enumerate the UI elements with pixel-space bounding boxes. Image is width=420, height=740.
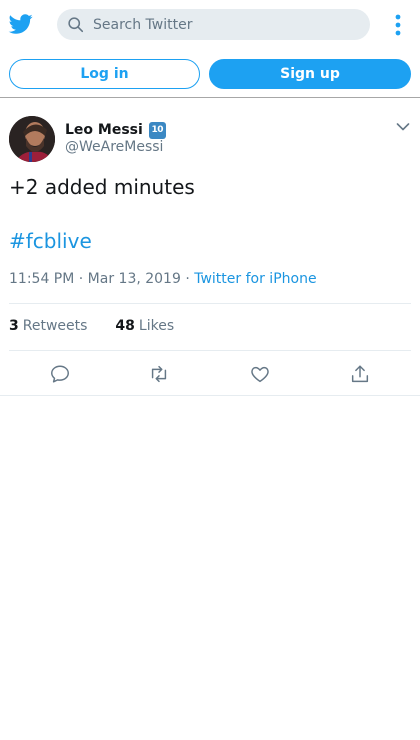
number-ten-emoji-icon: 10 (148, 121, 166, 139)
retweets-stat[interactable]: 3 Retweets (9, 318, 87, 334)
hashtag-link[interactable]: #fcblive (9, 229, 92, 253)
signup-button[interactable]: Sign up (209, 59, 411, 89)
auth-bar: Log in Sign up (0, 50, 420, 98)
tweet-text: +2 added minutes (9, 175, 195, 199)
retweets-count: 3 (9, 318, 19, 334)
author-handle[interactable]: @WeAreMessi (65, 139, 163, 155)
top-bar (0, 0, 420, 50)
search-icon (68, 17, 84, 33)
tweet-stats: 3 Retweets 48 Likes (9, 318, 174, 334)
retweets-label: Retweets (22, 318, 88, 334)
author-name[interactable]: Leo Messi (65, 122, 143, 138)
avatar-image (9, 116, 55, 162)
tweet-timestamp[interactable]: 11:54 PM · Mar 13, 2019 · (9, 271, 194, 287)
divider (9, 350, 411, 351)
reply-icon[interactable] (49, 363, 71, 385)
likes-stat[interactable]: 48 Likes (115, 318, 174, 334)
likes-count: 48 (115, 318, 135, 334)
tweet: Leo Messi 10 @WeAreMessi +2 added minute… (0, 98, 420, 396)
vertical-ellipsis-icon[interactable] (388, 12, 408, 38)
share-icon[interactable] (349, 363, 371, 385)
search-box[interactable] (57, 9, 370, 40)
divider (9, 303, 411, 304)
chevron-down-icon[interactable] (396, 122, 410, 132)
tweet-source-link[interactable]: Twitter for iPhone (194, 271, 316, 287)
author-name-line: Leo Messi 10 (65, 120, 166, 140)
likes-label: Likes (138, 318, 175, 334)
retweet-icon[interactable] (148, 363, 170, 385)
tweet-meta: 11:54 PM · Mar 13, 2019 · Twitter for iP… (9, 271, 317, 287)
search-input[interactable] (93, 9, 363, 40)
twitter-bird-icon[interactable] (8, 12, 34, 36)
login-button[interactable]: Log in (9, 59, 200, 89)
avatar[interactable] (9, 116, 55, 162)
like-icon[interactable] (249, 363, 271, 385)
